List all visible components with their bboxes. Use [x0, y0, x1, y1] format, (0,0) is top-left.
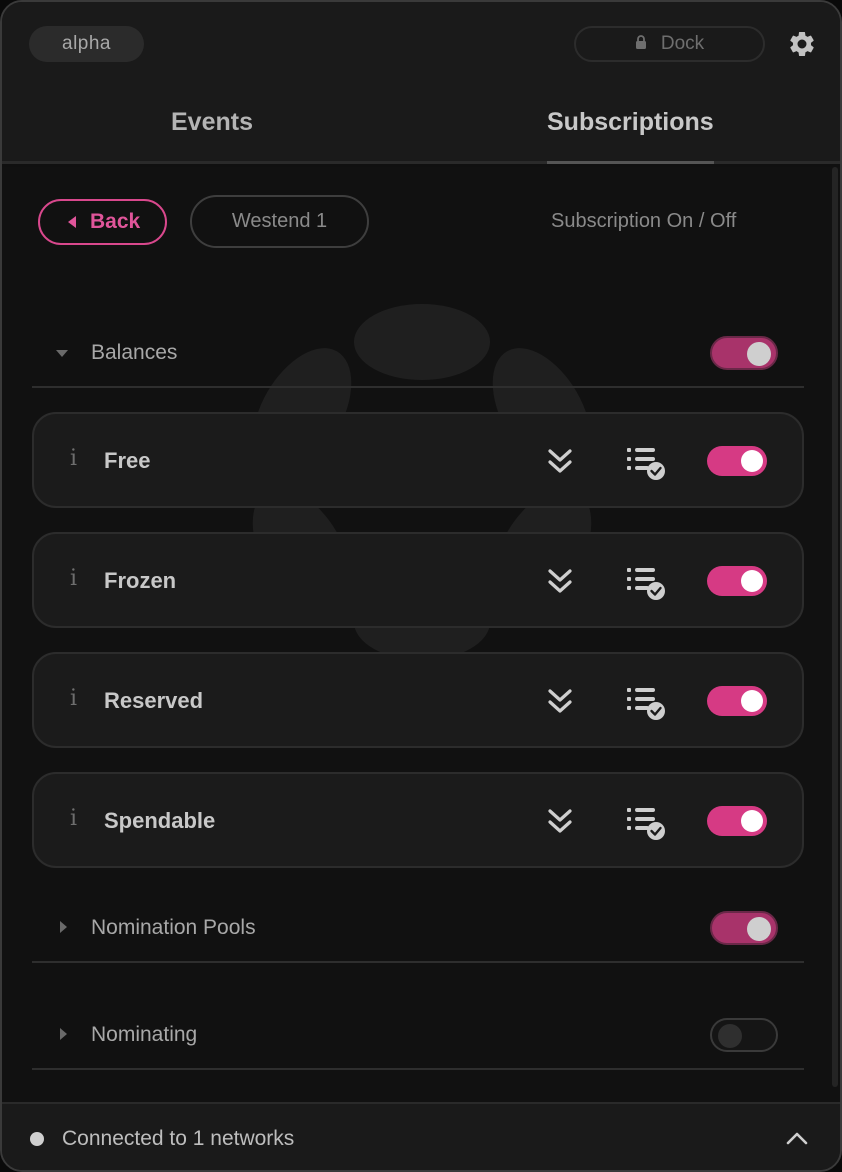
list-check-icon[interactable] — [626, 686, 668, 722]
caret-down-icon — [56, 350, 68, 357]
network-button[interactable]: Westend 1 — [190, 195, 369, 248]
subscription-item: i Reserved — [32, 652, 804, 748]
tab-events[interactable]: Events — [171, 108, 253, 164]
category-nomination-pools[interactable]: Nomination Pools — [32, 893, 804, 963]
connection-status-dot — [30, 1132, 44, 1146]
chevron-up-icon[interactable] — [785, 1130, 809, 1146]
chevrons-down-icon[interactable] — [546, 446, 574, 476]
connection-status: Connected to 1 networks — [62, 1127, 295, 1150]
subscription-item: i Spendable — [32, 772, 804, 868]
subscriptions-panel: Back Westend 1 Subscription On / Off Bal… — [2, 167, 840, 1102]
caret-right-icon — [60, 1028, 67, 1040]
toggle-knob — [747, 917, 771, 941]
category-toggle[interactable] — [710, 336, 778, 370]
caret-right-icon — [60, 921, 67, 933]
dock-button[interactable]: Dock — [574, 26, 765, 62]
category-label: Nominating — [91, 1023, 198, 1046]
subscription-item: i Free — [32, 412, 804, 508]
toggle-knob — [741, 810, 763, 832]
category-balances[interactable]: Balances — [32, 318, 804, 388]
toggle-knob — [718, 1024, 742, 1048]
info-icon[interactable]: i — [70, 686, 77, 711]
toggle-knob — [747, 342, 771, 366]
item-label: Spendable — [104, 808, 216, 833]
item-label: Free — [104, 448, 151, 473]
toggle-knob — [741, 450, 763, 472]
lock-icon — [635, 35, 646, 49]
list-check-icon[interactable] — [626, 806, 668, 842]
category-toggle[interactable] — [710, 1018, 778, 1052]
category-label: Nomination Pools — [91, 916, 256, 939]
item-toggle[interactable] — [707, 566, 767, 596]
list-check-icon[interactable] — [626, 446, 668, 482]
back-button[interactable]: Back — [38, 199, 167, 245]
item-toggle[interactable] — [707, 806, 767, 836]
gear-icon[interactable] — [787, 29, 817, 59]
category-label: Balances — [91, 341, 178, 364]
chevrons-down-icon[interactable] — [546, 806, 574, 836]
tab-subscriptions[interactable]: Subscriptions — [547, 108, 714, 164]
item-toggle[interactable] — [707, 446, 767, 476]
list-check-icon[interactable] — [626, 566, 668, 602]
app-window: alpha Dock Events Subscriptions Back Wes… — [0, 0, 842, 1172]
chevrons-down-icon[interactable] — [546, 566, 574, 596]
chevrons-down-icon[interactable] — [546, 686, 574, 716]
info-icon[interactable]: i — [70, 446, 77, 471]
item-label: Frozen — [104, 568, 177, 593]
status-bar: Connected to 1 networks — [2, 1102, 840, 1170]
toggle-knob — [741, 690, 763, 712]
category-nominating[interactable]: Nominating — [32, 1000, 804, 1070]
category-toggle[interactable] — [710, 911, 778, 945]
dock-label: Dock — [660, 33, 705, 54]
item-toggle[interactable] — [707, 686, 767, 716]
back-arrow-icon — [68, 216, 76, 228]
info-icon[interactable]: i — [70, 806, 77, 831]
info-icon[interactable]: i — [70, 566, 77, 591]
item-label: Reserved — [104, 688, 204, 713]
mode-badge: alpha — [29, 26, 144, 62]
header: alpha Dock Events Subscriptions — [2, 2, 840, 164]
scrollbar[interactable] — [832, 167, 838, 1087]
subscription-item: i Frozen — [32, 532, 804, 628]
subscription-hint: Subscription On / Off — [551, 210, 737, 232]
toggle-knob — [741, 570, 763, 592]
back-label: Back — [90, 210, 141, 233]
